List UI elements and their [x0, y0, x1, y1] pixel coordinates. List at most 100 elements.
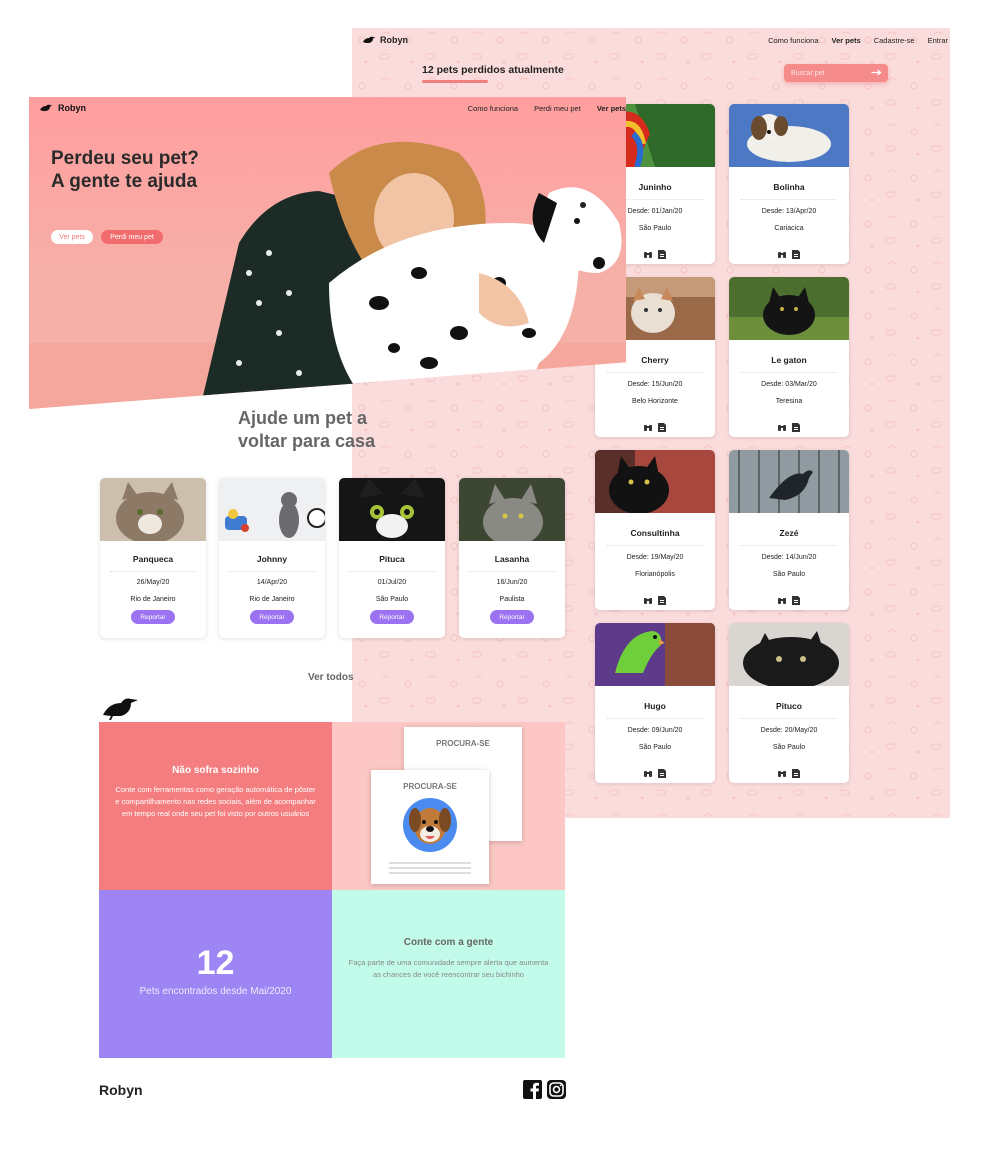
top-nav: Robyn Como funciona Ver pets Cadastre-se…: [352, 28, 950, 54]
pet-lost-since: Desde: 13/Apr/20: [761, 208, 817, 215]
dog-cartoon-icon: [403, 798, 457, 852]
pet-card[interactable]: Bolinha Desde: 13/Apr/20 Cariacica: [729, 104, 849, 264]
pet-photo-shih-tzu: [729, 104, 849, 167]
found-pet-card[interactable]: Lasanha 16/Jun/20 Paulista Reportar: [459, 478, 565, 638]
see-pets-button[interactable]: Ver pets: [51, 230, 93, 244]
pet-photo-black-cat: [729, 277, 849, 340]
poster-front: PROCURA-SE: [371, 770, 489, 884]
binoculars-icon[interactable]: [778, 592, 786, 604]
landing-page: Robyn Como funciona Perdi meu pet Ver pe…: [29, 97, 626, 1099]
poster-icon[interactable]: [658, 246, 666, 259]
pet-name: Panqueca: [132, 554, 174, 564]
divider: [741, 199, 837, 200]
pet-photo-black-kitten: [729, 623, 849, 689]
search-placeholder: Buscar pet: [791, 69, 825, 77]
found-pet-card[interactable]: Johnny 14/Apr/20 Rio de Janeiro Reportar: [219, 478, 325, 638]
pet-name: Pituca: [379, 554, 405, 564]
feature-text: Faça parte de uma comunidade sempre aler…: [348, 958, 549, 979]
stat-label: Pets encontrados desde Mai/2020: [139, 986, 292, 997]
instagram-icon[interactable]: [547, 1080, 566, 1099]
stat-number: 12: [196, 944, 235, 982]
see-all-link[interactable]: Ver todos: [308, 672, 354, 683]
pet-city: Rio de Janeiro: [130, 596, 176, 603]
hero-section: Robyn Como funciona Perdi meu pet Ver pe…: [29, 97, 626, 409]
poster-icon[interactable]: [792, 419, 800, 432]
pet-card[interactable]: Pituco Desde: 20/May/20 São Paulo: [729, 623, 849, 783]
bird-icon: [363, 36, 376, 43]
footer-logo[interactable]: Robyn: [99, 1082, 143, 1098]
pet-date: 26/May/20: [136, 579, 170, 586]
pet-name: Lasanha: [494, 554, 530, 564]
binoculars-icon[interactable]: [644, 592, 652, 604]
lost-pets-count: 12 pets perdidos atualmente: [422, 64, 564, 76]
poster-icon[interactable]: [658, 419, 666, 432]
binoculars-icon[interactable]: [644, 419, 652, 431]
arrow-right-icon[interactable]: [871, 69, 882, 76]
binoculars-icon[interactable]: [644, 246, 652, 258]
pet-city: São Paulo: [772, 744, 806, 751]
pet-date: 16/Jun/20: [496, 579, 528, 586]
pet-name: Zezé: [779, 528, 799, 538]
pet-photo-black-white-cat: [339, 478, 445, 541]
pet-photo-gray-tabby: [459, 478, 565, 546]
count-underline: [422, 80, 488, 83]
pet-card[interactable]: Zezé Desde: 14/Jun/20 São Paulo: [729, 450, 849, 610]
logo-text: Robyn: [58, 103, 86, 113]
pet-city: Paulista: [499, 596, 525, 603]
lost-pet-button[interactable]: Perdi meu pet: [101, 230, 163, 244]
divider: [741, 545, 837, 546]
pet-city: São Paulo: [375, 596, 409, 603]
pet-card[interactable]: Le gaton Desde: 03/Mar/20 Teresina: [729, 277, 849, 437]
report-button[interactable]: Reportar: [490, 610, 534, 624]
divider: [741, 718, 837, 719]
report-button[interactable]: Reportar: [131, 610, 175, 624]
section-title: Ajude um pet a voltar para casa: [238, 408, 376, 452]
pet-photo-bird: [729, 450, 849, 513]
binoculars-icon[interactable]: [778, 246, 786, 258]
poster-illustration: PROCURA-SE PROCURA-SE: [332, 722, 565, 890]
poster-icon[interactable]: [792, 765, 800, 778]
pet-city: São Paulo: [772, 571, 806, 578]
bird-icon: [40, 104, 53, 111]
report-button[interactable]: Reportar: [250, 610, 294, 624]
pet-city: Teresina: [775, 398, 803, 405]
pet-lost-since: Desde: 20/May/20: [760, 727, 818, 734]
nav-sign-up[interactable]: Cadastre-se: [874, 36, 915, 45]
nav-see-pets[interactable]: Ver pets: [832, 36, 861, 45]
found-pet-card[interactable]: Pituca 01/Jul/20 São Paulo Reportar: [339, 478, 445, 638]
nav-lost-my-pet[interactable]: Perdi meu pet: [534, 104, 581, 113]
search-input[interactable]: Buscar pet: [784, 64, 888, 82]
poster-icon[interactable]: [792, 246, 800, 259]
found-pet-card[interactable]: Panqueca 26/May/20 Rio de Janeiro Report…: [100, 478, 206, 638]
pet-city: Cariacica: [774, 225, 804, 232]
poster-icon[interactable]: [792, 592, 800, 605]
pet-name: Johnny: [256, 554, 288, 564]
poster-heading: PROCURA-SE: [403, 782, 457, 791]
pet-name: Le gaton: [771, 355, 807, 365]
nav-login[interactable]: Entrar: [928, 36, 948, 45]
report-button[interactable]: Reportar: [370, 610, 414, 624]
pet-lost-since: Desde: 03/Mar/20: [761, 381, 817, 388]
poster-icon[interactable]: [658, 765, 666, 778]
feature-not-alone: Não sofra sozinho Conte com ferramentas …: [99, 722, 332, 890]
feature-text: Conte com ferramentas como geração autom…: [115, 785, 316, 818]
feature-title: Não sofra sozinho: [172, 765, 259, 776]
binoculars-icon[interactable]: [644, 765, 652, 777]
hero-title: Perdeu seu pet? A gente te ajuda: [51, 148, 199, 193]
facebook-icon[interactable]: [523, 1080, 542, 1099]
nav-how-it-works[interactable]: Como funciona: [768, 36, 818, 45]
bird-icon: [103, 698, 138, 720]
poster-icon[interactable]: [658, 592, 666, 605]
divider: [741, 372, 837, 373]
pet-date: 01/Jul/20: [377, 579, 407, 586]
feature-title: Conte com a gente: [403, 937, 494, 948]
pet-name: Pituco: [776, 701, 802, 711]
binoculars-icon[interactable]: [778, 419, 786, 431]
logo[interactable]: Robyn: [362, 35, 408, 45]
nav-see-pets[interactable]: Ver pets: [597, 104, 626, 113]
binoculars-icon[interactable]: [778, 765, 786, 777]
pet-name: Bolinha: [773, 182, 805, 192]
nav-how-it-works[interactable]: Como funciona: [468, 104, 518, 113]
logo[interactable]: Robyn: [39, 103, 86, 113]
top-nav: Robyn Como funciona Perdi meu pet Ver pe…: [29, 97, 626, 121]
